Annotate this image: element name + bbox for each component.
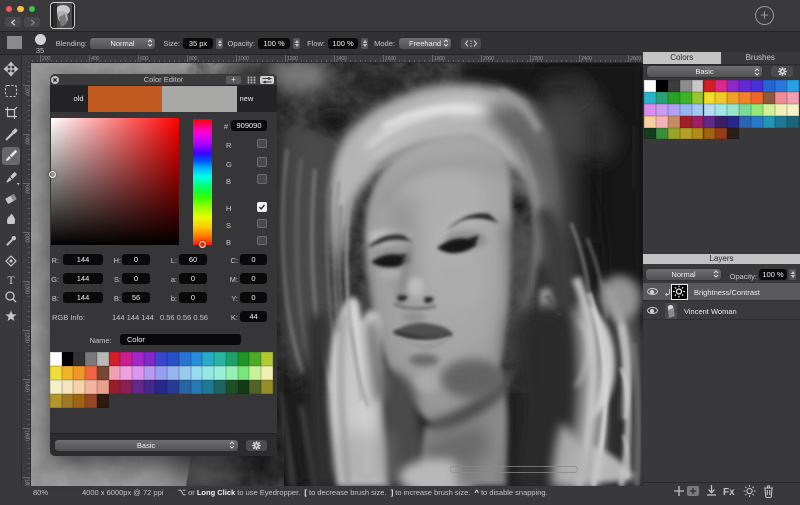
svg-text:Fx: Fx xyxy=(723,487,735,498)
svg-text:T: T xyxy=(7,273,15,287)
